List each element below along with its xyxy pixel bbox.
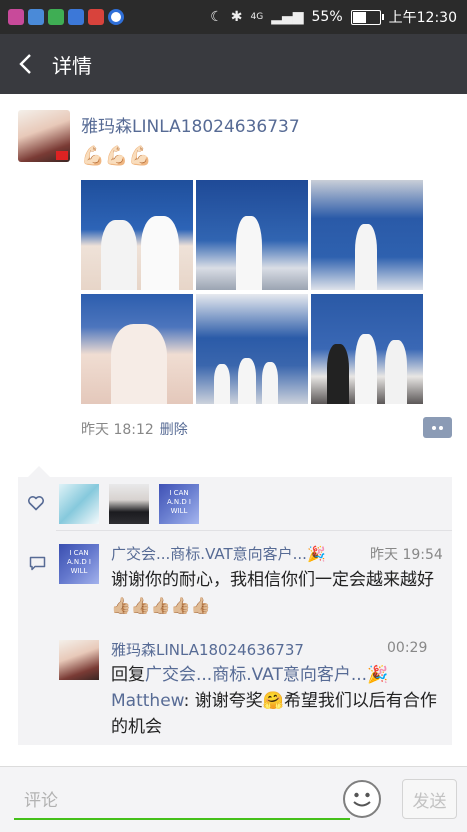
photo-thumbnail[interactable] — [196, 294, 308, 404]
photo-thumbnail[interactable] — [311, 294, 423, 404]
more-actions-button[interactable] — [423, 417, 452, 438]
app-notification-icon — [108, 9, 124, 25]
post-meta: 昨天 18:12 删除 — [81, 419, 188, 439]
hug-emoji: 🤗 — [262, 691, 284, 711]
commenter-name[interactable]: 广交会...商标.VAT意向客户...🎉 — [111, 543, 326, 564]
network-type: 4G — [250, 12, 264, 22]
battery-percent: 55% — [311, 9, 343, 25]
post-text: 💪🏻💪🏻💪🏻 — [81, 145, 152, 167]
delete-link[interactable]: 删除 — [160, 419, 188, 439]
comment-time: 昨天 19:54 — [370, 547, 443, 563]
app-notification-icon — [88, 9, 104, 25]
dot-icon — [439, 425, 443, 430]
app-notification-icon — [68, 9, 84, 25]
dot-icon — [432, 425, 436, 430]
liker-avatar[interactable]: I CAN A.N.D I WILL — [159, 484, 199, 524]
status-bar: ☾ ✱ 4G ▂▄▆ 55% 上午12:30 — [0, 0, 467, 34]
photo-thumbnail[interactable] — [81, 180, 193, 290]
interaction-panel: I CAN A.N.D I WILL I CAN A.N.D I WILL 广交… — [18, 477, 452, 745]
comment-time: 00:29 — [387, 640, 428, 656]
app-notification-icon — [28, 9, 44, 25]
reply-to-name[interactable]: 广交会...商标.VAT意向客户...🎉 — [145, 665, 388, 685]
app-notification-icon — [8, 9, 24, 25]
chevron-left-icon[interactable] — [0, 34, 50, 94]
battery-icon — [350, 9, 384, 25]
mention-name[interactable]: Matthew — [111, 691, 184, 711]
photo-thumbnail[interactable] — [311, 180, 423, 290]
likes-row: I CAN A.N.D I WILL — [18, 477, 452, 529]
thumbs-up-emoji: 👍🏼👍🏼👍🏼👍🏼👍🏼 — [111, 596, 211, 615]
comment-text[interactable]: 谢谢你的耐心，我相信你们一定会越来越好 👍🏼👍🏼👍🏼👍🏼👍🏼 — [111, 567, 436, 619]
photo-grid — [81, 180, 424, 404]
reply-body-a: : 谢谢夸奖 — [183, 691, 263, 711]
author-name[interactable]: 雅玛森LINLA18024636737 — [81, 112, 300, 137]
comment-icon — [29, 556, 46, 571]
heart-icon — [28, 496, 44, 511]
reply-prefix: 回复 — [111, 665, 145, 685]
flag-badge — [56, 151, 68, 160]
commenter-avatar[interactable] — [59, 640, 99, 680]
reply-text[interactable]: 回复广交会...商标.VAT意向客户...🎉 Matthew: 谢谢夸奖🤗希望我… — [111, 662, 441, 740]
notification-icons — [0, 9, 124, 25]
liker-avatar[interactable] — [109, 484, 149, 524]
post-time: 昨天 18:12 — [81, 422, 154, 438]
divider — [56, 530, 452, 531]
signal-icon: ▂▄▆ — [271, 9, 304, 25]
page-title: 详情 — [52, 53, 92, 78]
moon-icon: ☾ — [210, 9, 223, 25]
commenter-name[interactable]: 雅玛森LINLA18024636737 — [111, 639, 304, 660]
bluetooth-icon: ✱ — [230, 9, 243, 25]
commenter-avatar[interactable]: I CAN A.N.D I WILL — [59, 544, 99, 584]
photo-thumbnail[interactable] — [196, 180, 308, 290]
comment-bar: 发送 — [0, 766, 467, 832]
photo-thumbnail[interactable] — [81, 294, 193, 404]
comment-body: 谢谢你的耐心，我相信你们一定会越来越好 — [111, 570, 434, 590]
header: 详情 — [0, 34, 467, 94]
send-button[interactable]: 发送 — [402, 779, 457, 819]
app-notification-icon — [48, 9, 64, 25]
panel-arrow — [28, 466, 50, 477]
liker-avatar[interactable] — [59, 484, 99, 524]
emoji-face-icon[interactable] — [343, 780, 381, 818]
comment-input[interactable] — [14, 784, 350, 820]
avatar[interactable] — [18, 110, 70, 162]
clock: 上午12:30 — [388, 10, 457, 26]
